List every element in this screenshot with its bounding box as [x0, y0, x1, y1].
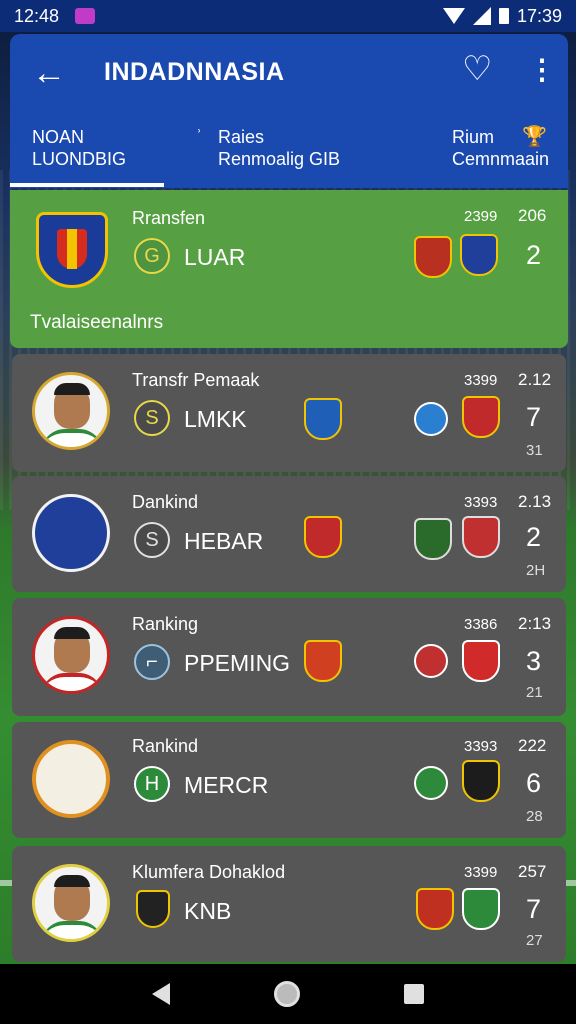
tab-1-line1: NOAN [32, 127, 85, 147]
item-sub: 28 [526, 808, 543, 825]
status-time-left: 12:48 [14, 5, 60, 26]
notification-app-icon [75, 8, 96, 24]
item-score: 2 [526, 522, 542, 552]
featured-label: Rransfen [132, 208, 206, 228]
item-status-icon: ⌐ [134, 644, 170, 680]
club-crest-icon [460, 234, 498, 276]
list-item[interactable]: Rankind H MERCR 3393 222 6 28 [12, 722, 566, 838]
status-right-group: 17:39 [442, 5, 562, 27]
featured-status-icon: G [134, 238, 170, 274]
active-tab-indicator [10, 183, 164, 187]
club-crest-icon [414, 518, 452, 560]
item-label: Dankind [132, 492, 199, 512]
item-num2: 2.13 [518, 492, 552, 511]
club-logo-icon [32, 494, 110, 572]
item-name: HEBAR [184, 528, 264, 554]
heart-icon[interactable]: ♡ [462, 52, 492, 86]
item-score: 7 [526, 402, 542, 432]
featured-score: 2 [526, 240, 542, 270]
item-label: Ranking [132, 614, 199, 634]
club-crest-icon [414, 236, 452, 278]
item-sub: 2H [526, 562, 546, 579]
item-num2: 257 [518, 862, 547, 881]
featured-num1: 2399 [464, 208, 498, 225]
club-crest-icon [462, 396, 500, 438]
tab-2[interactable]: ʾ Raies Renmoalig GIB [196, 126, 340, 170]
item-name: PPEMING [184, 650, 291, 676]
item-score: 7 [526, 894, 542, 924]
tab-1[interactable]: NOAN LUONDBIG [32, 126, 126, 170]
club-crest-icon [136, 890, 170, 928]
item-name: MERCR [184, 772, 269, 798]
item-status-icon: H [134, 766, 170, 802]
item-num1: 3399 [464, 372, 498, 389]
nav-back-icon[interactable] [152, 983, 170, 1005]
battery-icon [498, 8, 509, 24]
tab-2-mark: ʾ [196, 127, 202, 147]
item-label: Rankind [132, 736, 199, 756]
item-sub: 21 [526, 684, 543, 701]
tab-3-trophy-icon: 🏆 [522, 126, 547, 148]
tab-1-line2: LUONDBIG [32, 149, 127, 169]
club-crest-icon [304, 398, 342, 440]
item-num1: 3393 [464, 738, 498, 755]
tab-3-line2: Cemnmaain [452, 149, 550, 169]
player-avatar [32, 372, 110, 450]
item-sub: 31 [526, 442, 543, 459]
club-crest-icon [462, 760, 500, 802]
featured-footer: Tvalaiseenalnrs [30, 312, 164, 333]
item-sub: 27 [526, 932, 543, 949]
more-vert-icon[interactable]: ⋮ [528, 56, 556, 84]
item-num1: 3386 [464, 616, 498, 633]
item-label: Klumfera Dohaklod [132, 862, 286, 882]
player-avatar [32, 864, 110, 942]
list-item[interactable]: Klumfera Dohaklod KNB 3399 257 7 27 [12, 846, 566, 962]
tab-2-line1: Raies [218, 127, 265, 147]
list-item[interactable]: Dankind S HEBAR 3393 2.13 2 2H [12, 476, 566, 592]
item-num2: 2.12 [518, 370, 552, 389]
list-item[interactable]: Transfr Pemaak S LMKK 3399 2.12 7 31 [12, 354, 566, 472]
club-crest-icon [414, 644, 448, 678]
item-status-icon: S [134, 522, 170, 558]
page-title: INDADNNASIA [104, 58, 285, 86]
club-crest-icon [462, 516, 500, 558]
item-num2: 222 [518, 736, 547, 755]
app-header: ← INDADNNASIA ♡ ⋮ NOAN LUONDBIG ʾ Raies R… [10, 34, 568, 188]
item-num2: 2:13 [518, 614, 552, 633]
status-bar: 12:48 17:39 [0, 0, 576, 32]
club-crest-icon [304, 640, 342, 682]
club-crest-icon [462, 888, 500, 930]
back-arrow-icon[interactable]: ← [32, 56, 66, 90]
wifi-icon [442, 8, 465, 24]
team-crest-icon [36, 212, 108, 288]
item-name: KNB [184, 898, 232, 924]
item-score: 6 [526, 768, 542, 798]
nav-recents-icon[interactable] [404, 984, 424, 1004]
item-label: Transfr Pemaak [132, 370, 260, 390]
club-crest-icon [416, 888, 454, 930]
system-nav-bar [0, 964, 576, 1024]
featured-card[interactable]: Rransfen G LUAR 2399 206 2 Tvalaiseenaln… [10, 190, 568, 348]
signal-icon [472, 7, 491, 25]
tab-2-line2: Renmoalig GIB [218, 149, 341, 169]
player-avatar [32, 616, 110, 694]
nav-home-icon[interactable] [274, 981, 300, 1007]
club-crest-icon [414, 766, 448, 800]
item-name: LMKK [184, 406, 247, 432]
item-num1: 3399 [464, 864, 498, 881]
status-time-right: 17:39 [516, 5, 562, 26]
featured-num2: 206 [518, 206, 547, 225]
club-crest-icon [414, 402, 448, 436]
item-status-icon: S [134, 400, 170, 436]
featured-name: LUAR [184, 244, 246, 270]
club-crest-icon [462, 640, 500, 682]
club-logo-icon [32, 740, 110, 818]
item-num1: 3393 [464, 494, 498, 511]
club-crest-icon [304, 516, 342, 558]
list-item[interactable]: Ranking ⌐ PPEMING 3386 2:13 3 21 [12, 598, 566, 716]
item-score: 3 [526, 646, 542, 676]
tab-3[interactable]: Rium Cemnmaain 🏆 [452, 126, 549, 170]
